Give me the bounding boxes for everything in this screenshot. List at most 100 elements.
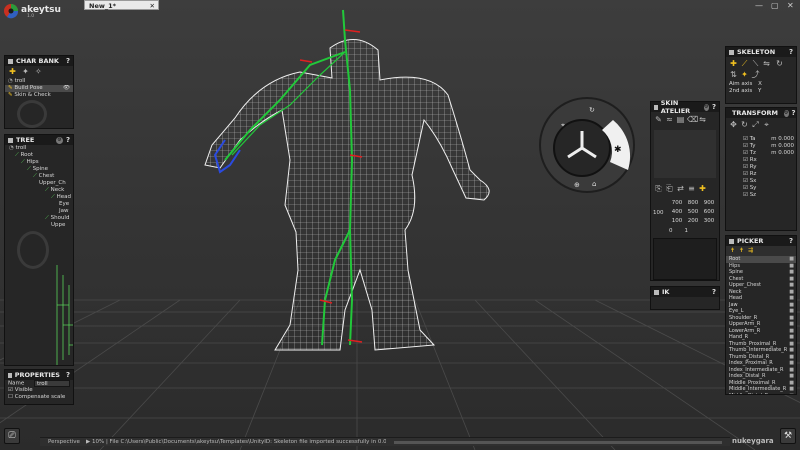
transform-row[interactable]: ☑ Ta m 0.000 (740, 136, 796, 143)
move-icon[interactable]: ✥ (729, 120, 738, 129)
transform-row[interactable]: ☑ Ry (740, 164, 796, 171)
help-button[interactable]: ? (66, 57, 70, 65)
view-label[interactable]: Perspective (40, 439, 86, 445)
checkbox-checked-icon[interactable]: ☑ (743, 150, 750, 156)
weight-side-value[interactable]: 100 (653, 200, 669, 224)
tab-new-1[interactable]: New_1* ✕ (84, 0, 159, 10)
pin-icon[interactable]: ✚ (698, 184, 707, 193)
tree-node[interactable]: ⟋ Root (5, 152, 73, 159)
char-bank-item-selected[interactable]: ✎ Build Pose 👁 (5, 85, 73, 92)
checkbox-checked-icon[interactable]: ☑ (743, 171, 750, 177)
create-bone-icon[interactable]: ✚ (729, 59, 738, 68)
weight-preset[interactable]: 500 (685, 209, 701, 215)
checkbox-checked-icon[interactable]: ☑ (743, 192, 750, 198)
normalize-icon[interactable]: ≡ (687, 184, 696, 193)
wrench-icon[interactable]: ⚒ (780, 428, 796, 444)
axis-value[interactable]: m 0.000 (771, 143, 794, 150)
picker-item[interactable]: Middle_Distal_R ■ (726, 393, 796, 395)
checkbox-checked-icon[interactable]: ☑ (743, 157, 750, 163)
add-character-icon[interactable]: ✚ (8, 67, 17, 76)
weight-preset[interactable]: 700 (669, 200, 685, 206)
insert-bone-icon[interactable]: ⟋ (740, 59, 749, 68)
help-button[interactable]: ? (789, 237, 793, 245)
smooth-icon[interactable]: ≈ (665, 115, 674, 124)
transform-row[interactable]: ☑ Sy (740, 185, 796, 192)
pose-icon[interactable]: ✦ (21, 67, 30, 76)
weight-preset[interactable]: 800 (685, 200, 701, 206)
weight-min-value[interactable]: 0 (669, 228, 673, 234)
maximize-button[interactable]: ▢ (771, 1, 779, 10)
help-button[interactable]: ? (66, 371, 70, 379)
checkbox-checked-icon[interactable]: ☑ (743, 164, 750, 170)
paste-icon[interactable]: ⎗ (665, 184, 674, 193)
weight-max-value[interactable]: 1 (685, 228, 689, 234)
pick-all-icon[interactable]: ⇶ (747, 247, 754, 254)
compensate-row[interactable]: ☐ Compensate scale (5, 394, 73, 401)
tree-node[interactable]: ⟋ Head (5, 194, 73, 201)
char-bank-item[interactable]: ◔ troll (5, 78, 73, 85)
aim-axis-value[interactable]: X (758, 81, 762, 87)
name-field[interactable] (33, 380, 70, 387)
pick-icon[interactable]: ✝ (729, 247, 736, 254)
copy-icon[interactable]: ⎘ (654, 184, 663, 193)
transform-row[interactable]: ☑ Tz m 0.000 (740, 150, 796, 157)
checkbox-icon[interactable]: ☐ (8, 394, 15, 400)
axis-value[interactable]: m 0.000 (771, 136, 794, 143)
tree-node[interactable]: Eye (5, 201, 73, 208)
tree-node[interactable]: Upper_Ch (5, 180, 73, 187)
weight-preset[interactable]: 900 (701, 200, 717, 206)
settings-icon[interactable]: ⚙ (784, 109, 789, 117)
transform-row[interactable]: ☑ Sz (740, 192, 796, 199)
align-icon[interactable]: ⇅ (729, 70, 738, 79)
transfer-icon[interactable]: ⇄ (676, 184, 685, 193)
local-icon[interactable]: ⌖ (762, 120, 771, 129)
help-button[interactable]: ? (792, 109, 796, 117)
tree-node[interactable]: Jaw (5, 208, 73, 215)
settings-icon[interactable]: ⚙ (703, 103, 709, 111)
settings-icon[interactable]: ⚙ (55, 136, 63, 144)
help-button[interactable]: ? (66, 136, 70, 144)
delete-bone-icon[interactable]: ⟍ (751, 59, 760, 68)
fill-icon[interactable]: ▤ (676, 115, 685, 124)
transform-row[interactable]: ☑ Rx (740, 157, 796, 164)
tree-node[interactable]: ⟋ Should (5, 215, 73, 222)
transform-row[interactable]: ☑ Rz (740, 171, 796, 178)
weight-preset[interactable]: 600 (701, 209, 717, 215)
app-logo[interactable]: akeytsu 1.0 (3, 2, 63, 20)
window-close-button[interactable]: ✕ (787, 1, 794, 10)
mirror-icon[interactable]: ⇋ (698, 115, 707, 124)
help-button[interactable]: ? (712, 103, 716, 111)
help-button[interactable]: ? (712, 288, 716, 296)
checkbox-checked-icon[interactable]: ☑ (743, 178, 750, 184)
weight-sliders[interactable] (654, 130, 716, 178)
weight-preset[interactable]: 100 (669, 218, 685, 224)
weight-preset[interactable]: 200 (685, 218, 701, 224)
close-icon[interactable]: ✕ (150, 2, 155, 10)
erase-icon[interactable]: ⌫ (687, 115, 698, 124)
checkbox-checked-icon[interactable]: ☑ (743, 185, 750, 191)
char-bank-item[interactable]: ✎ Skin & Check (5, 92, 73, 99)
scale-icon[interactable]: ⤢ (751, 120, 760, 129)
transform-row[interactable]: ☑ Ty m 0.000 (740, 143, 796, 150)
weight-preset[interactable]: 400 (669, 209, 685, 215)
tree-node[interactable]: ⟋ Chest (5, 173, 73, 180)
lock-icon[interactable]: ■ (789, 393, 794, 395)
anim-icon[interactable]: ✧ (34, 67, 43, 76)
axis-value[interactable]: m 0.000 (771, 150, 794, 157)
snap-icon[interactable]: ✦ (740, 70, 749, 79)
help-button[interactable]: ? (789, 48, 793, 56)
camera-icon[interactable]: ⎚ (4, 428, 20, 444)
tree-node[interactable]: ⟋ Neck (5, 187, 73, 194)
checkbox-checked-icon[interactable]: ☑ (8, 387, 15, 393)
tree-root[interactable]: ◔ troll (5, 145, 73, 152)
pick-child-icon[interactable]: ✝ (738, 247, 745, 254)
timeline-scrollbar[interactable] (394, 440, 722, 444)
checkbox-checked-icon[interactable]: ☑ (743, 136, 750, 142)
eye-icon[interactable]: 👁 (63, 85, 70, 92)
minimize-button[interactable]: — (755, 1, 763, 10)
tree-node[interactable]: ⟋ Hips (5, 159, 73, 166)
checkbox-checked-icon[interactable]: ☑ (743, 143, 750, 149)
weight-preset[interactable]: 300 (701, 218, 717, 224)
tree-node[interactable]: Uppe (5, 222, 73, 229)
transform-row[interactable]: ☑ Sx (740, 178, 796, 185)
